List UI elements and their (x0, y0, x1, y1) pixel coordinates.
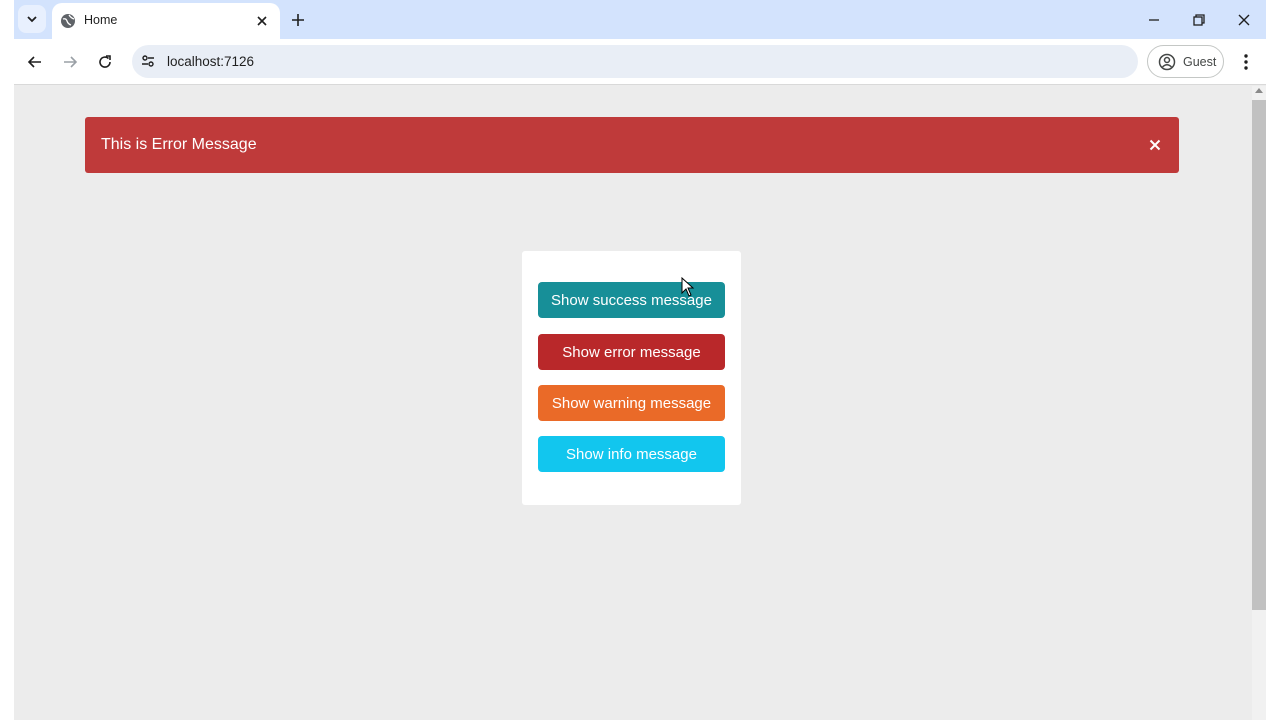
tab-home[interactable]: Home (52, 3, 280, 39)
window-close-icon[interactable] (1235, 11, 1253, 29)
profile-button[interactable]: Guest (1147, 45, 1224, 78)
globe-icon (61, 14, 75, 28)
back-arrow-icon[interactable] (26, 53, 44, 71)
restore-icon[interactable] (1190, 11, 1208, 29)
alert-message: This is Error Message (101, 136, 257, 153)
error-alert: This is Error Message (85, 117, 1179, 173)
window-right-edge (1266, 0, 1280, 720)
page-viewport: This is Error Message Show success messa… (14, 86, 1252, 720)
scroll-up-arrow-icon[interactable] (1255, 88, 1263, 93)
mouse-pointer-icon (681, 277, 695, 297)
show-success-button[interactable]: Show success message (538, 282, 725, 318)
browser-toolbar: localhost:7126 Guest (14, 39, 1266, 85)
forward-arrow-icon[interactable] (61, 53, 79, 71)
close-icon[interactable] (254, 13, 270, 29)
minimize-icon[interactable] (1145, 11, 1163, 29)
show-info-button[interactable]: Show info message (538, 436, 725, 472)
window-left-edge (0, 0, 14, 720)
scroll-thumb[interactable] (1252, 100, 1266, 610)
tab-title: Home (84, 13, 118, 27)
button-card: Show success message Show error message … (522, 251, 741, 505)
close-icon[interactable] (1147, 137, 1163, 153)
more-vert-icon[interactable] (1237, 52, 1255, 72)
browser-titlebar: Home (14, 0, 1266, 39)
vertical-scrollbar[interactable] (1252, 86, 1266, 720)
address-bar[interactable]: localhost:7126 (132, 45, 1138, 78)
url-text[interactable]: localhost:7126 (167, 54, 254, 69)
show-error-button[interactable]: Show error message (538, 334, 725, 370)
profile-label: Guest (1183, 55, 1217, 69)
tab-search-button[interactable] (18, 5, 46, 33)
account-circle-icon (1158, 53, 1176, 71)
chevron-down-icon (27, 16, 37, 23)
plus-icon[interactable] (289, 11, 307, 29)
reload-icon[interactable] (96, 53, 114, 71)
site-info-icon[interactable] (140, 53, 156, 69)
show-warning-button[interactable]: Show warning message (538, 385, 725, 421)
